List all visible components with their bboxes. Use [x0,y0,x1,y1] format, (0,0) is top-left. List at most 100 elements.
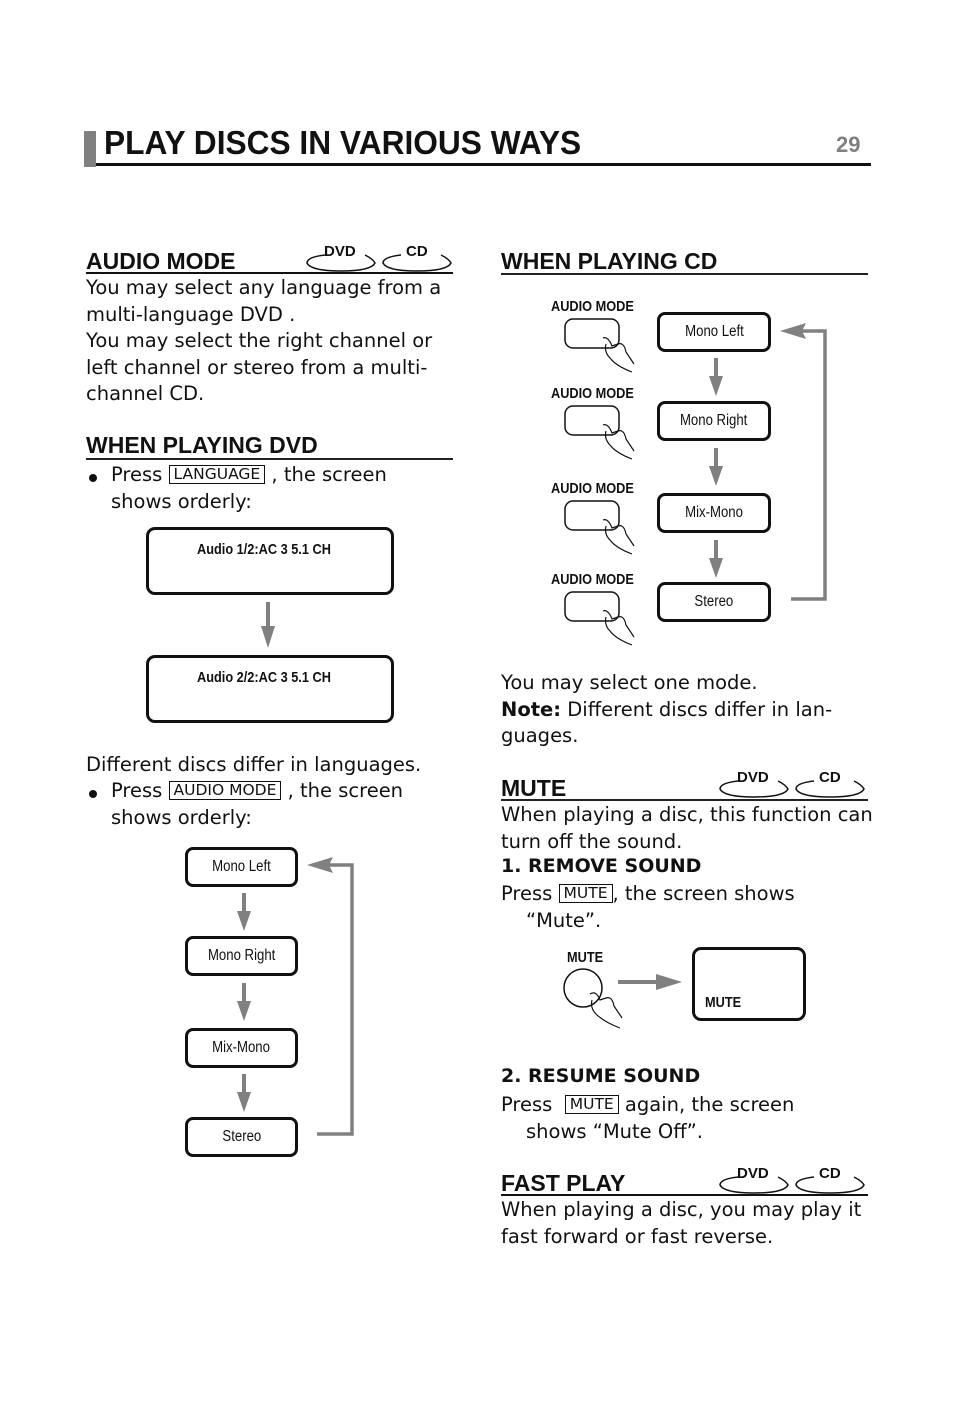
cd-badge: CD [406,243,428,260]
mute-heading: MUTE [501,775,567,801]
mode-label: Stereo [694,593,734,610]
audio-mode-button-label: AUDIO MODE [551,571,634,588]
mute-rule [501,799,868,801]
step-text: “Mute”. [526,908,602,932]
audio-mode-button-press-icon[interactable] [560,316,650,376]
osd-screen-1: Audio 1/2:AC 3 5.1 CH [146,527,394,595]
bullet-icon [89,790,97,798]
text-line: left channel or stereo from a multi- [86,355,428,379]
cd-badge: CD [819,769,841,786]
down-arrow-icon [237,893,251,931]
resume-sound-text: Press MUTE again, the screen shows “Mute… [501,1092,794,1145]
text-line: You may select the right channel or [86,329,433,352]
down-arrow-icon [709,358,723,396]
loop-back-arrow-icon [307,857,354,1136]
audio-mode-button-label: AUDIO MODE [551,298,634,315]
text-line: You may select one mode. [501,671,758,694]
audio-mode-button-press-icon[interactable] [560,403,650,463]
osd-screen-2: Audio 2/2:AC 3 5.1 CH [146,655,394,723]
mute-osd-screen: MUTE [692,947,806,1021]
press-text: Press [501,882,553,905]
text-line: multi-language DVD . [86,302,296,326]
dvd-badge: DVD [737,1165,769,1182]
down-arrow-icon [709,540,723,578]
audio-mode-button-label: AUDIO MODE [551,385,634,402]
language-key[interactable]: LANGUAGE [168,465,266,484]
audio-mode-button-press-icon[interactable] [560,498,650,558]
down-arrow-icon [237,983,251,1021]
mode-label: Mono Right [207,947,276,964]
mute-key[interactable]: MUTE [564,1095,619,1114]
fast-play-rule [501,1194,868,1196]
cd-mode-mono-right: Mono Right [657,401,771,441]
text-line: turn off the sound. [501,829,683,853]
dvd-note: Different discs differ in languages. [86,753,422,776]
mode-label: Stereo [222,1128,261,1145]
press-text: Press [501,1093,553,1116]
remove-sound-text: Press MUTE, the screen shows “Mute”. [501,881,795,934]
mode-label: Mono Left [684,323,744,340]
dvd-rule [86,458,453,460]
cd-text: You may select one mode. Note: Different… [501,670,832,750]
right-arrow-icon [618,974,682,990]
cd-mode-mix-mono: Mix-Mono [657,493,771,533]
disc-badges: DVD CD [716,769,871,799]
step-text: shows orderly: [111,489,252,513]
step-text: again, the screen [618,1093,795,1116]
osd-text: Audio 1/2:AC 3 5.1 CH [197,541,331,558]
text-line: fast forward or fast reverse. [501,1224,774,1248]
down-arrow-icon [261,602,275,648]
step-text: shows orderly: [111,805,252,829]
fast-play-heading: FAST PLAY [501,1170,626,1196]
when-playing-dvd-heading: WHEN PLAYING DVD [86,432,318,458]
mode-label: Mono Left [212,858,271,875]
dvd-mode-mix-mono: Mix-Mono [185,1028,298,1068]
step-text: shows “Mute Off”. [526,1119,703,1143]
dvd-mode-mono-right: Mono Right [185,936,298,976]
text-line: When playing a disc, you may play it [501,1198,862,1221]
note-text: Different discs differ in lan- [561,697,833,721]
mode-label: Mix-Mono [212,1039,271,1056]
fast-play-text: When playing a disc, you may play it fas… [501,1197,861,1250]
disc-badges: DVD CD [303,243,458,273]
audio-mode-button-label: AUDIO MODE [551,480,634,497]
press-text: Press [111,779,163,802]
text-line: channel CD. [86,382,205,405]
mute-button-label: MUTE [567,949,604,966]
text-line: You may select any language from a [86,276,442,299]
title-accent-bar [84,131,96,167]
text-line: guages. [501,724,579,747]
dvd-mode-mono-left: Mono Left [185,847,298,887]
dvd-badge: DVD [737,769,769,786]
osd-text: Audio 2/2:AC 3 5.1 CH [197,669,331,686]
mode-label: Mix-Mono [685,504,743,521]
dvd-step1: Press LANGUAGE , the screen shows orderl… [111,462,387,515]
osd-text: MUTE [705,994,742,1011]
cd-rule [501,273,868,275]
down-arrow-icon [237,1074,251,1112]
audio-mode-button-press-icon[interactable] [560,589,650,649]
audio-mode-key[interactable]: AUDIO MODE [168,781,282,800]
audio-mode-rule [86,272,453,274]
step-text: , the screen [271,463,387,486]
audio-mode-heading: AUDIO MODE [86,248,236,274]
mode-label: Mono Right [680,412,748,429]
dvd-step2: Press AUDIO MODE , the screen shows orde… [111,778,403,831]
loop-back-arrow-icon [780,323,827,601]
bullet-icon [89,474,97,482]
cd-mode-mono-left: Mono Left [657,312,771,352]
dvd-mode-stereo: Stereo [185,1117,298,1157]
disc-badges: DVD CD [716,1165,871,1195]
note-label: Note: [501,697,562,721]
mute-key[interactable]: MUTE [558,884,613,903]
resume-sound-heading: 2. RESUME SOUND [501,1065,701,1087]
cd-mode-stereo: Stereo [657,582,771,622]
page-number: 29 [836,132,861,157]
step-text: , the screen shows [612,882,795,905]
cd-badge: CD [819,1165,841,1182]
mute-text: When playing a disc, this function can t… [501,802,873,855]
remove-sound-heading: 1. REMOVE SOUND [501,855,702,877]
when-playing-cd-heading: WHEN PLAYING CD [501,248,718,274]
title-rule [96,163,871,166]
press-text: Press [111,463,163,486]
